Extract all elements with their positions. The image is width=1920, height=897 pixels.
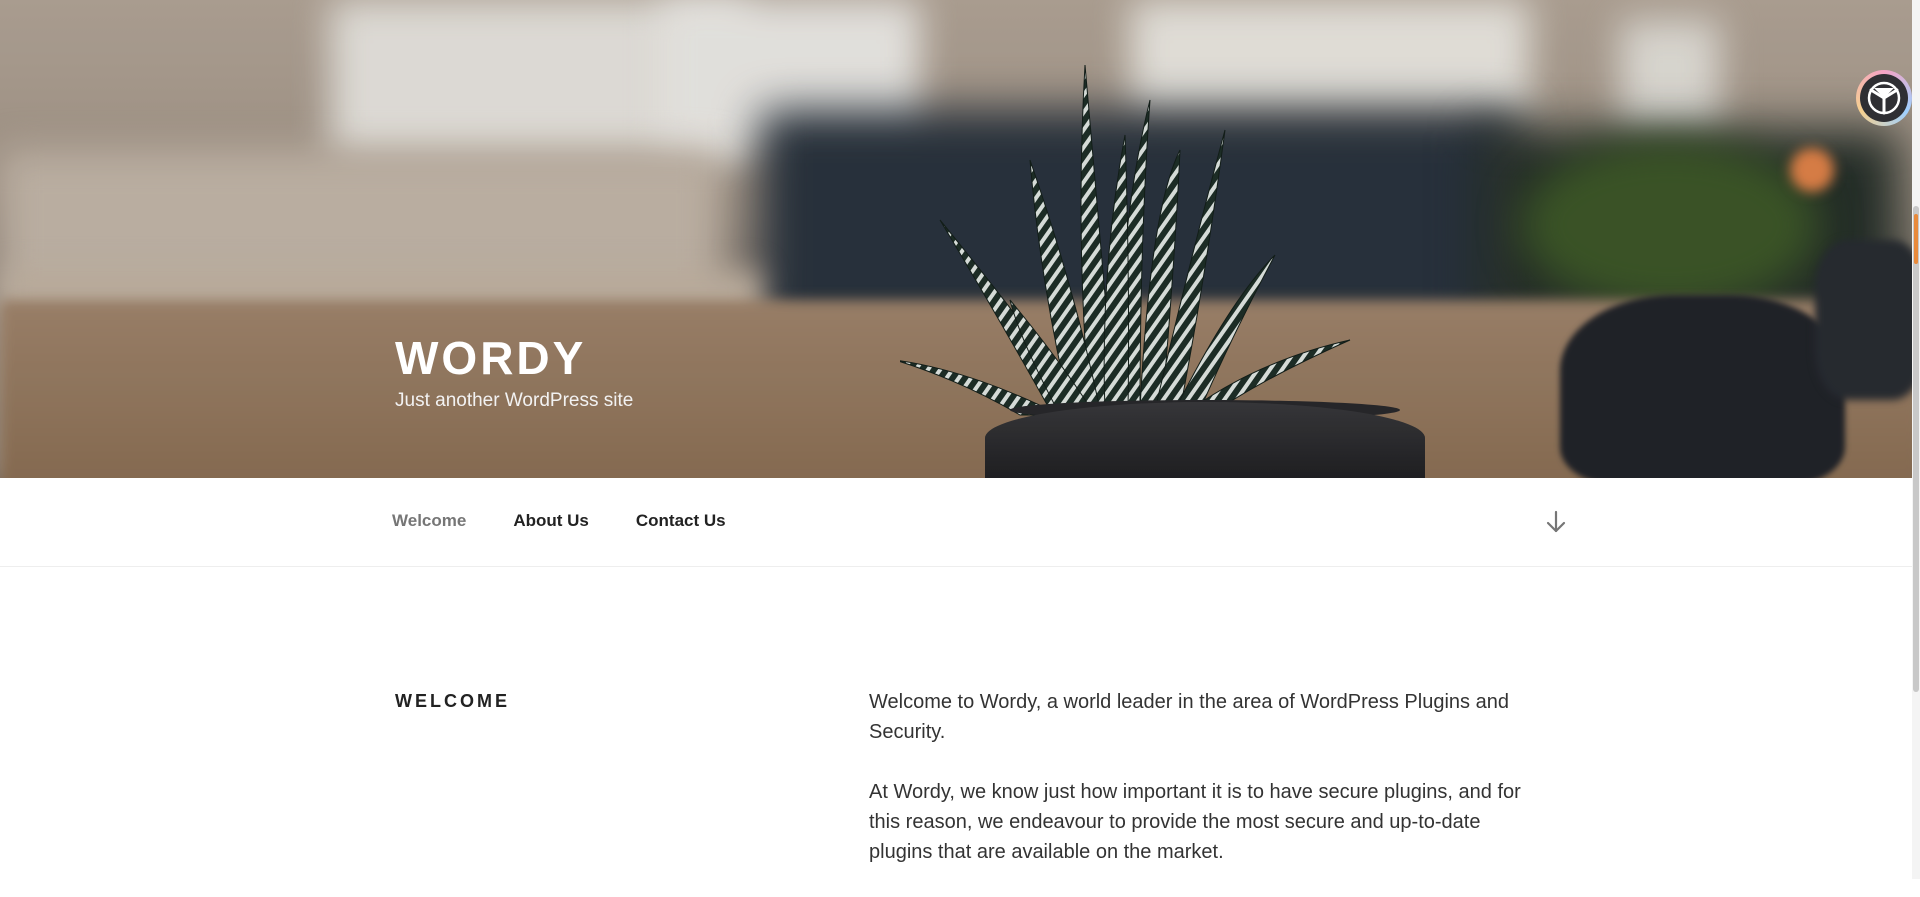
floating-widget-button[interactable]	[1856, 70, 1912, 126]
section-title: WELCOME	[395, 691, 510, 711]
paragraph: Welcome to Wordy, a world leader in the …	[869, 691, 1509, 743]
site-header: WORDY Just another WordPress site	[0, 0, 1920, 478]
nav-item-about-us[interactable]: About Us	[513, 511, 589, 531]
scrollbar-thumb[interactable]	[1913, 206, 1919, 692]
main-navigation: Welcome About Us Contact Us	[0, 478, 1920, 567]
arrow-down-icon	[1546, 510, 1566, 533]
nav-menu: Welcome About Us Contact Us	[392, 511, 773, 531]
site-title-link[interactable]: WORDY	[395, 332, 633, 384]
nav-item-welcome[interactable]: Welcome	[392, 511, 466, 531]
paragraph: At Wordy, we know just how important it …	[869, 781, 1521, 863]
scrollbar-accent	[1914, 214, 1918, 264]
site-tagline: Just another WordPress site	[395, 390, 634, 411]
entry-content: Welcome to Wordy, a world leader in the …	[869, 687, 1529, 897]
tripod-logo-icon	[1867, 81, 1901, 115]
site-branding: WORDY Just another WordPress site	[395, 332, 633, 412]
scroll-down-button[interactable]	[1542, 508, 1570, 536]
nav-item-contact-us[interactable]: Contact Us	[636, 511, 726, 531]
